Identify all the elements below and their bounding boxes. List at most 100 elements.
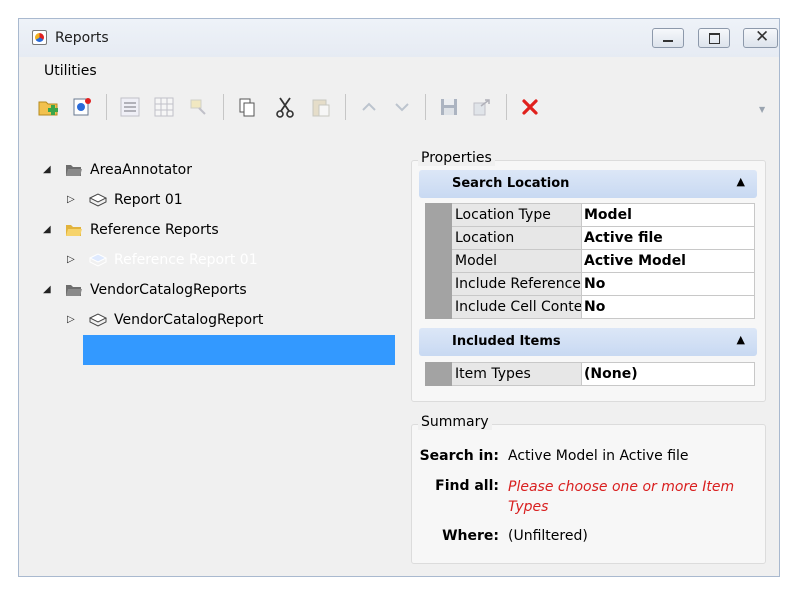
collapse-arrow-icon[interactable]: ◢ <box>43 155 55 185</box>
property-key: Include Reference <box>451 272 582 296</box>
folder-open-icon <box>66 285 82 296</box>
toolbar-separator <box>506 94 507 120</box>
reports-window: Reports ✕ Utilities ▼ ◢ AreaAnnotator ▷ … <box>18 18 780 577</box>
tree-node-vendorcatalogreport[interactable]: ▷ VendorCatalogReport <box>19 305 399 335</box>
property-row[interactable]: Include Reference No <box>425 272 755 296</box>
row-gutter <box>425 203 452 227</box>
property-value[interactable]: Active file <box>581 226 755 250</box>
save-icon[interactable] <box>436 94 462 120</box>
row-gutter <box>425 249 452 273</box>
tree-node-label: Reference Reports <box>90 222 219 238</box>
maximize-icon <box>709 33 720 44</box>
search-in-value: Active Model in Active file <box>508 448 689 464</box>
tree-node-label: VendorCatalogReport <box>114 312 264 328</box>
report-icon <box>89 253 107 267</box>
highlight-icon[interactable] <box>185 94 211 120</box>
tree-node-label: Report 01 <box>114 192 183 208</box>
copy-icon[interactable] <box>234 94 260 120</box>
property-key: Location Type <box>451 203 582 227</box>
row-gutter <box>425 295 452 319</box>
property-value[interactable]: (None) <box>581 362 755 386</box>
folder-open-icon <box>66 165 82 176</box>
property-row[interactable]: Location Type Model <box>425 203 755 227</box>
report-tree: ◢ AreaAnnotator ▷ Report 01 ◢ Reference … <box>19 131 409 571</box>
property-row[interactable]: Model Active Model <box>425 249 755 273</box>
maximize-button[interactable] <box>698 28 730 48</box>
menu-bar: Utilities <box>19 57 779 87</box>
property-row[interactable]: Include Cell Conte No <box>425 295 755 319</box>
tree-node-vendorcatalogreports[interactable]: ◢ VendorCatalogReports <box>19 275 399 305</box>
list-view-icon[interactable] <box>117 94 143 120</box>
folder-open-icon <box>66 225 82 236</box>
tree-node-reference-report-01[interactable]: ▷ Reference Report 01 <box>19 245 399 275</box>
summary-label: Summary <box>418 414 492 430</box>
included-items-header[interactable]: Included Items ▲ <box>419 328 757 356</box>
row-gutter <box>425 362 452 386</box>
cut-icon[interactable] <box>272 94 298 120</box>
find-all-label: Find all: <box>435 478 499 494</box>
toolbar-separator <box>425 94 426 120</box>
collapse-arrow-icon[interactable]: ◢ <box>43 275 55 305</box>
collapse-arrow-icon[interactable]: ◢ <box>43 215 55 245</box>
row-gutter <box>425 226 452 250</box>
where-label: Where: <box>442 528 499 544</box>
row-gutter <box>425 272 452 296</box>
section-title: Search Location <box>452 176 570 191</box>
paste-icon[interactable] <box>308 94 334 120</box>
search-location-header[interactable]: Search Location ▲ <box>419 170 757 198</box>
property-key: Location <box>451 226 582 250</box>
property-row[interactable]: Location Active file <box>425 226 755 250</box>
toolbar-overflow-icon[interactable]: ▼ <box>759 105 765 114</box>
app-icon <box>32 30 47 45</box>
property-value[interactable]: No <box>581 272 755 296</box>
properties-label: Properties <box>418 150 495 166</box>
window-title: Reports <box>55 30 109 46</box>
expand-arrow-icon[interactable]: ▷ <box>67 185 79 215</box>
property-row[interactable]: Item Types (None) <box>425 362 755 386</box>
tree-node-label: AreaAnnotator <box>90 162 192 178</box>
move-down-icon[interactable] <box>389 94 415 120</box>
grid-view-icon[interactable] <box>151 94 177 120</box>
chevron-up-icon[interactable]: ▲ <box>737 333 745 346</box>
toolbar: ▼ <box>19 87 779 127</box>
property-value[interactable]: No <box>581 295 755 319</box>
report-icon <box>89 313 107 327</box>
delete-icon[interactable] <box>517 94 543 120</box>
tree-node-label: VendorCatalogReports <box>90 282 247 298</box>
add-folder-icon[interactable] <box>36 94 62 120</box>
report-icon <box>89 193 107 207</box>
minimize-button[interactable] <box>652 28 684 48</box>
tree-selection-highlight <box>83 335 395 365</box>
menu-utilities[interactable]: Utilities <box>44 63 97 79</box>
property-value[interactable]: Model <box>581 203 755 227</box>
move-up-icon[interactable] <box>356 94 382 120</box>
close-icon: ✕ <box>755 27 770 47</box>
chevron-up-icon[interactable]: ▲ <box>737 175 745 188</box>
tree-node-report-01[interactable]: ▷ Report 01 <box>19 185 399 215</box>
new-report-icon[interactable] <box>69 94 95 120</box>
property-key: Include Cell Conte <box>451 295 582 319</box>
property-key: Model <box>451 249 582 273</box>
tree-node-reference-reports[interactable]: ◢ Reference Reports <box>19 215 399 245</box>
close-button[interactable]: ✕ <box>743 27 778 48</box>
included-items-table: Item Types (None) <box>425 362 755 386</box>
toolbar-separator <box>223 94 224 120</box>
section-title: Included Items <box>452 334 561 349</box>
search-location-table: Location Type Model Location Active file… <box>425 203 755 319</box>
property-key: Item Types <box>451 362 582 386</box>
find-all-warning-line2: Types <box>508 499 549 515</box>
export-icon[interactable] <box>469 94 495 120</box>
find-all-warning[interactable]: Please choose one or more Item Types <box>508 477 748 517</box>
expand-arrow-icon[interactable]: ▷ <box>67 245 79 275</box>
find-all-warning-line1: Please choose one or more Item <box>508 479 735 495</box>
where-value: (Unfiltered) <box>508 528 588 544</box>
toolbar-separator <box>106 94 107 120</box>
tree-node-label: Reference Report 01 <box>114 252 258 268</box>
search-in-label: Search in: <box>419 448 499 464</box>
property-value[interactable]: Active Model <box>581 249 755 273</box>
expand-arrow-icon[interactable]: ▷ <box>67 305 79 335</box>
tree-node-areaannotator[interactable]: ◢ AreaAnnotator <box>19 155 399 185</box>
title-bar[interactable]: Reports ✕ <box>19 19 779 57</box>
toolbar-separator <box>345 94 346 120</box>
minimize-icon <box>663 40 673 42</box>
